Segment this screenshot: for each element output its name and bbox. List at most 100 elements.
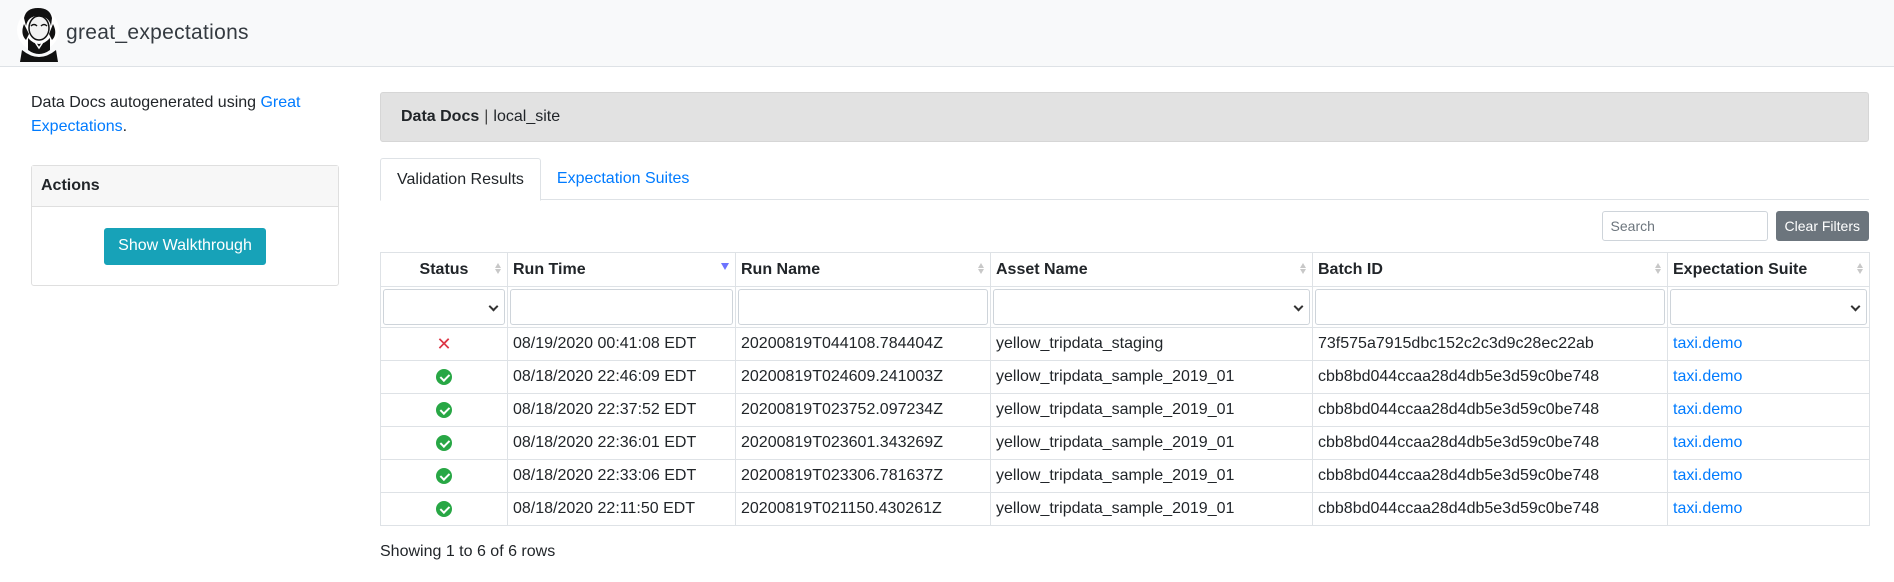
sort-icon — [495, 263, 501, 274]
filter-cell — [1312, 286, 1668, 328]
column-header-label: Batch ID — [1318, 260, 1383, 278]
expectation-suite-cell: taxi.demo — [1667, 360, 1870, 394]
status-cell — [380, 360, 508, 394]
tab-expectation-suites[interactable]: Expectation Suites — [541, 158, 706, 200]
show-walkthrough-button[interactable]: Show Walkthrough — [104, 227, 266, 265]
filter-cell — [735, 286, 991, 328]
run-time-filter-input[interactable] — [510, 289, 733, 325]
batch-id-cell: cbb8bd044ccaa28d4db5e3d59c0be748 — [1312, 360, 1668, 394]
check-circle-icon — [436, 500, 452, 517]
column-header-label: Asset Name — [996, 260, 1088, 278]
run-time-cell: 08/18/2020 22:11:50 EDT — [507, 492, 736, 526]
table-header-row: Status Run Time Run Name Asset Name Batc… — [380, 252, 1870, 287]
run-time-cell: 08/19/2020 00:41:08 EDT — [507, 327, 736, 361]
table-toolbar: Clear Filters — [380, 210, 1869, 242]
column-header-label: Expectation Suite — [1673, 260, 1808, 278]
expectation-suite-cell: taxi.demo — [1667, 459, 1870, 493]
run-name-cell: 20200819T023601.343269Z — [735, 426, 991, 460]
great-expectations-logo-icon[interactable] — [16, 3, 64, 63]
table-row[interactable]: 08/18/2020 22:36:01 EDT 20200819T023601.3… — [380, 426, 1870, 460]
expectation-suite-cell: taxi.demo — [1667, 327, 1870, 361]
column-header-asset-name[interactable]: Asset Name — [990, 252, 1313, 287]
asset-name-cell: yellow_tripdata_sample_2019_01 — [990, 492, 1313, 526]
status-cell — [380, 393, 508, 427]
breadcrumb: Data Docs | local_site — [380, 92, 1869, 142]
sort-desc-icon — [721, 263, 729, 270]
expectation-suite-link[interactable]: taxi.demo — [1673, 401, 1742, 418]
status-cell: ✕ — [380, 327, 508, 361]
filter-row — [380, 286, 1870, 328]
column-header-label: Run Name — [741, 260, 821, 278]
check-circle-icon — [436, 434, 452, 451]
validation-results-table: Status Run Time Run Name Asset Name Batc… — [380, 252, 1870, 526]
asset-name-cell: yellow_tripdata_sample_2019_01 — [990, 426, 1313, 460]
expectation-suite-filter-select[interactable] — [1670, 289, 1867, 325]
sort-icon — [978, 263, 984, 274]
expectation-suite-link[interactable]: taxi.demo — [1673, 434, 1742, 451]
search-input[interactable] — [1601, 211, 1768, 241]
tab-validation-results[interactable]: Validation Results — [380, 158, 541, 201]
batch-id-cell: cbb8bd044ccaa28d4db5e3d59c0be748 — [1312, 492, 1668, 526]
pagination-summary: Showing 1 to 6 of 6 rows — [380, 543, 556, 560]
actions-card: Actions Show Walkthrough — [31, 165, 339, 286]
run-time-cell: 08/18/2020 22:37:52 EDT — [507, 393, 736, 427]
column-header-expectation-suite[interactable]: Expectation Suite — [1667, 252, 1870, 287]
check-circle-icon — [436, 401, 452, 418]
run-time-cell: 08/18/2020 22:36:01 EDT — [507, 426, 736, 460]
expectation-suite-cell: taxi.demo — [1667, 492, 1870, 526]
tab-bar: Validation Results Expectation Suites — [380, 158, 1869, 201]
check-circle-icon — [436, 467, 452, 484]
asset-name-cell: yellow_tripdata_sample_2019_01 — [990, 459, 1313, 493]
expectation-suite-link[interactable]: taxi.demo — [1673, 500, 1742, 517]
status-cell — [380, 426, 508, 460]
column-header-label: Status — [419, 260, 469, 278]
column-header-status[interactable]: Status — [380, 252, 508, 287]
filter-cell — [990, 286, 1313, 328]
actions-card-title: Actions — [32, 166, 338, 207]
run-name-cell: 20200819T023752.097234Z — [735, 393, 991, 427]
table-row[interactable]: 08/18/2020 22:46:09 EDT 20200819T024609.2… — [380, 360, 1870, 394]
clear-filters-button[interactable]: Clear Filters — [1775, 211, 1869, 241]
run-name-cell: 20200819T024609.241003Z — [735, 360, 991, 394]
chevron-down-icon — [1293, 301, 1304, 312]
column-header-run-time[interactable]: Run Time — [507, 252, 736, 287]
expectation-suite-link[interactable]: taxi.demo — [1673, 368, 1742, 385]
intro-prefix: Data Docs autogenerated using — [31, 94, 261, 111]
table-row[interactable]: ✕ 08/19/2020 00:41:08 EDT 20200819T044108.… — [380, 327, 1870, 361]
breadcrumb-separator: | — [484, 108, 489, 125]
intro-text: Data Docs autogenerated using Great Expe… — [31, 91, 339, 139]
status-cell — [380, 492, 508, 526]
brand-name[interactable]: great_expectations — [66, 21, 249, 45]
batch-id-cell: cbb8bd044ccaa28d4db5e3d59c0be748 — [1312, 393, 1668, 427]
run-time-cell: 08/18/2020 22:46:09 EDT — [507, 360, 736, 394]
table-body: ✕ 08/19/2020 00:41:08 EDT 20200819T044108.… — [380, 327, 1870, 526]
asset-name-cell: yellow_tripdata_sample_2019_01 — [990, 360, 1313, 394]
column-header-run-name[interactable]: Run Name — [735, 252, 991, 287]
asset-name-filter-select[interactable] — [993, 289, 1310, 325]
batch-id-filter-input[interactable] — [1315, 289, 1665, 325]
breadcrumb-site: local_site — [493, 108, 561, 125]
asset-name-cell: yellow_tripdata_staging — [990, 327, 1313, 361]
run-name-cell: 20200819T044108.784404Z — [735, 327, 991, 361]
batch-id-cell: cbb8bd044ccaa28d4db5e3d59c0be748 — [1312, 459, 1668, 493]
run-name-filter-input[interactable] — [738, 289, 988, 325]
table-row[interactable]: 08/18/2020 22:11:50 EDT 20200819T021150.4… — [380, 492, 1870, 526]
batch-id-cell: 73f575a7915dbc152c2c3d9c28ec22ab — [1312, 327, 1668, 361]
run-time-cell: 08/18/2020 22:33:06 EDT — [507, 459, 736, 493]
expectation-suite-link[interactable]: taxi.demo — [1673, 335, 1742, 352]
column-header-batch-id[interactable]: Batch ID — [1312, 252, 1668, 287]
table-row[interactable]: 08/18/2020 22:33:06 EDT 20200819T023306.7… — [380, 459, 1870, 493]
status-filter-select[interactable] — [383, 289, 505, 325]
table-row[interactable]: 08/18/2020 22:37:52 EDT 20200819T023752.0… — [380, 393, 1870, 427]
expectation-suite-link[interactable]: taxi.demo — [1673, 467, 1742, 484]
navbar: great_expectations — [0, 0, 1894, 67]
sidebar: Data Docs autogenerated using Great Expe… — [31, 91, 339, 286]
run-name-cell: 20200819T023306.781637Z — [735, 459, 991, 493]
asset-name-cell: yellow_tripdata_sample_2019_01 — [990, 393, 1313, 427]
breadcrumb-title: Data Docs — [401, 108, 480, 125]
intro-suffix: . — [122, 118, 128, 135]
check-circle-icon — [436, 368, 452, 385]
filter-cell — [507, 286, 736, 328]
chevron-down-icon — [488, 301, 499, 312]
status-cell — [380, 459, 508, 493]
